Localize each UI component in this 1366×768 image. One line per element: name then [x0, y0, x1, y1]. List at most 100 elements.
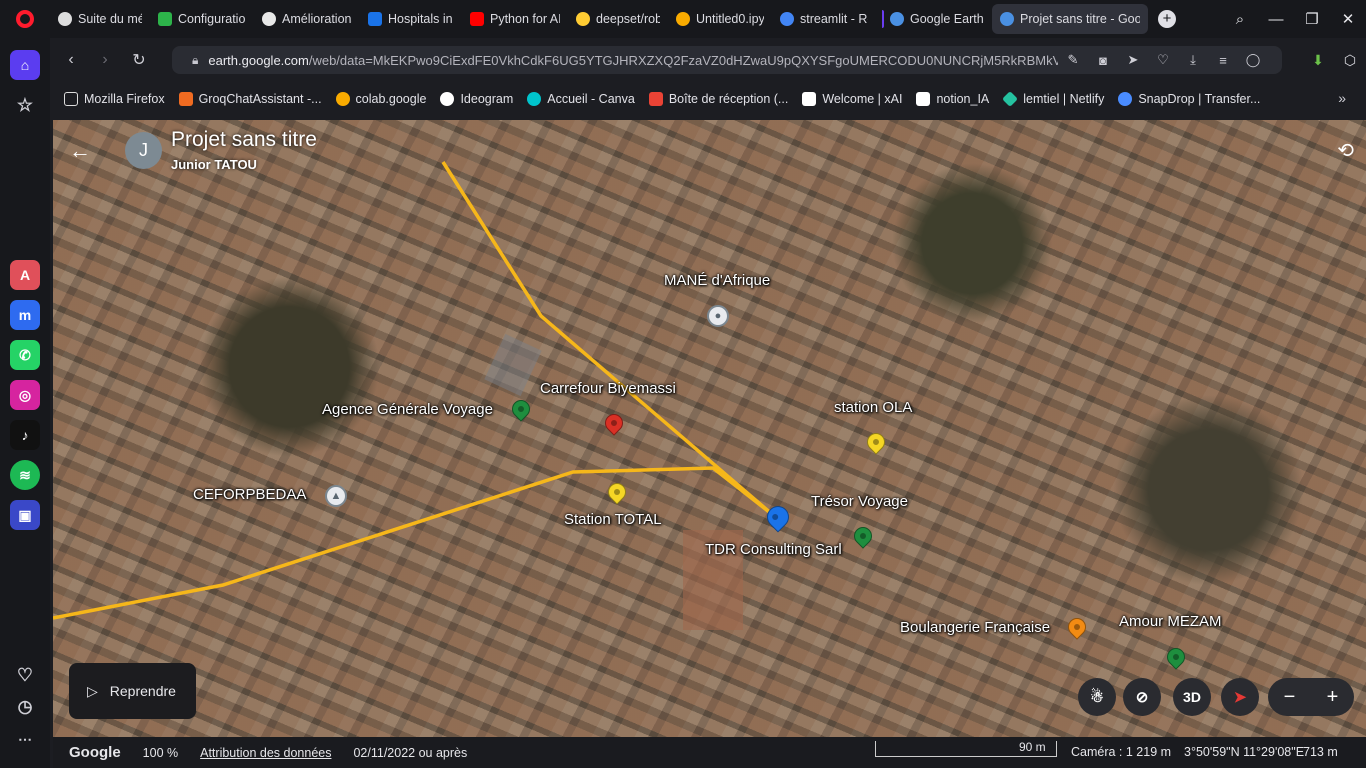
route-line	[53, 466, 775, 620]
tab-2[interactable]: Améliorations	[254, 4, 360, 34]
back-arrow-icon[interactable]: ←	[69, 138, 91, 164]
url-field[interactable]: 🔒︎ earth.google.com/web/data=MkEKPwo9CiE…	[172, 46, 1282, 74]
tab-1[interactable]: Configuration	[150, 4, 254, 34]
attribution-link[interactable]: Attribution des données	[200, 746, 331, 760]
scale-label: 90 m	[1019, 740, 1046, 754]
zoom-level[interactable]: 100 %	[143, 746, 178, 760]
groq-icon	[178, 92, 193, 106]
place-label-mane[interactable]: MANÉ d'Afrique	[664, 272, 770, 289]
tab-6[interactable]: Untitled0.ipyn	[668, 4, 772, 34]
tab-5[interactable]: deepset/rober	[568, 4, 668, 34]
reprendre-button[interactable]: ▷ Reprendre	[69, 663, 196, 719]
maximize-button[interactable]: ❐	[1294, 10, 1330, 28]
compass-icon[interactable]: ➤	[1221, 678, 1259, 716]
earth-status-bar: Google 100 % Attribution des données 02/…	[53, 737, 1366, 768]
close-button[interactable]: ✕	[1330, 10, 1366, 28]
edit-icon[interactable]: ✎	[1058, 52, 1088, 68]
bookmark-item[interactable]: colab.google	[335, 92, 426, 106]
window-controls: ⌕ — ❐ ✕	[1222, 0, 1366, 38]
download-ext-icon[interactable]: ⬇	[1302, 52, 1334, 69]
heart-icon[interactable]: ♡	[1148, 52, 1178, 68]
zoom-in-button[interactable]: +	[1327, 686, 1339, 709]
minimize-button[interactable]: —	[1258, 11, 1294, 28]
more-icon[interactable]: ⋯	[10, 724, 40, 754]
star-icon[interactable]: ☆	[10, 90, 40, 120]
view-3d-button[interactable]: 3D	[1173, 678, 1211, 716]
bookmarks-bar: Mozilla Firefox GroqChatAssistant -... c…	[50, 82, 1366, 116]
tab-8[interactable]: Google Earth	[882, 4, 992, 34]
place-label-tdr[interactable]: TDR Consulting Sarl	[705, 541, 842, 558]
avatar[interactable]: J	[125, 132, 162, 169]
zoom-out-button[interactable]: −	[1284, 686, 1296, 709]
tab-3[interactable]: Hospitals in th	[360, 4, 462, 34]
reset-view-icon[interactable]: ⟲	[1337, 138, 1354, 163]
camera-icon[interactable]: ◙	[1088, 53, 1118, 68]
download-icon[interactable]: ⤓	[1178, 52, 1208, 68]
camera-altitude: Caméra : 1 219 m	[1071, 745, 1172, 759]
tab-0[interactable]: Suite du mém	[50, 4, 150, 34]
snapdrop-icon	[1118, 92, 1133, 106]
folder-icon	[64, 92, 78, 106]
place-label-ola[interactable]: station OLA	[834, 399, 912, 416]
tiktok-icon[interactable]: ♪	[10, 420, 40, 450]
tab-7[interactable]: streamlit - Rec	[772, 4, 876, 34]
bookmark-item[interactable]: SnapDrop | Transfer...	[1118, 92, 1260, 106]
bookmark-item[interactable]: Welcome | xAI	[802, 92, 902, 106]
location-off-icon[interactable]: ⊘	[1123, 678, 1161, 716]
place-label-total[interactable]: Station TOTAL	[564, 511, 662, 528]
menu-icon[interactable]: ≡	[1208, 53, 1238, 68]
bookmark-item[interactable]: Accueil - Canva	[527, 92, 635, 106]
route-lines	[53, 161, 775, 630]
cube-icon[interactable]: ⬡	[1334, 52, 1366, 69]
kaggle-icon	[368, 12, 382, 26]
messenger-icon[interactable]: m	[10, 300, 40, 330]
heart-icon[interactable]: ♡	[10, 660, 40, 690]
place-label-amour[interactable]: Amour MEZAM	[1119, 613, 1222, 630]
opera-sidebar: ⌂ ☆ A m ✆ ◎ ♪ ≋ ▣ ♡ ◷ ⋯	[0, 38, 50, 768]
home-icon[interactable]: ⌂	[10, 50, 40, 80]
tab-9-active[interactable]: Projet sans titre - Goog	[992, 4, 1148, 34]
search-icon[interactable]: ⌕	[1222, 11, 1258, 28]
place-label-boulangerie[interactable]: Boulangerie Française	[900, 619, 1050, 636]
bookmarks-overflow-icon[interactable]: »	[1338, 90, 1346, 106]
profile-icon[interactable]: ◯	[1238, 52, 1268, 68]
aria-icon[interactable]: A	[10, 260, 40, 290]
school-pin-icon[interactable]: ▲	[325, 485, 347, 507]
place-label-carrefour[interactable]: Carrefour Biyemassi	[540, 380, 676, 397]
bookmark-item[interactable]: Boîte de réception (...	[648, 92, 788, 106]
route-line	[441, 161, 775, 517]
send-icon[interactable]: ➤	[1118, 52, 1148, 68]
spotify-icon[interactable]: ≋	[10, 460, 40, 490]
new-tab-button[interactable]: +	[1158, 10, 1176, 28]
tab-favicon-icon	[58, 12, 72, 26]
bookmark-item[interactable]: Mozilla Firefox	[64, 92, 165, 106]
bookmark-item[interactable]: lemtiel | Netlify	[1002, 91, 1104, 107]
opera-logo[interactable]	[0, 0, 50, 38]
colab-icon	[335, 92, 350, 106]
huggingface-icon	[576, 12, 590, 26]
netlify-icon	[1002, 91, 1019, 107]
bookmark-item[interactable]: Ideogram	[440, 92, 513, 106]
back-arrow-icon[interactable]: ‹	[54, 51, 88, 69]
tab-4[interactable]: Python for AI	[462, 4, 568, 34]
lock-icon: 🔒︎	[192, 52, 199, 67]
place-label-ceforp[interactable]: CEFORPBEDAA	[193, 486, 306, 503]
earth-map-view[interactable]: ← J Projet sans titre Junior TATOU ⟲ MAN…	[53, 120, 1366, 737]
bookmark-item[interactable]: GroqChatAssistant -...	[178, 92, 322, 106]
project-title[interactable]: Projet sans titre	[171, 128, 317, 152]
tab-bar: Suite du mém Configuration Améliorations…	[0, 0, 1366, 38]
place-label-tresor[interactable]: Trésor Voyage	[811, 493, 908, 510]
history-icon[interactable]: ◷	[10, 692, 40, 722]
notion-icon	[916, 92, 931, 106]
pegman-icon[interactable]: ☃	[1078, 678, 1116, 716]
forward-arrow-icon[interactable]: ›	[88, 51, 122, 69]
whatsapp-icon[interactable]: ✆	[10, 340, 40, 370]
instagram-icon[interactable]: ◎	[10, 380, 40, 410]
place-pin-icon[interactable]: ●	[707, 305, 729, 327]
reload-icon[interactable]: ↻	[122, 50, 156, 70]
colab-icon	[676, 12, 690, 26]
imagery-date: 02/11/2022 ou après	[353, 745, 468, 760]
player-icon[interactable]: ▣	[10, 500, 40, 530]
bookmark-item[interactable]: notion_IA	[916, 92, 989, 106]
place-label-agence[interactable]: Agence Générale Voyage	[322, 401, 493, 418]
